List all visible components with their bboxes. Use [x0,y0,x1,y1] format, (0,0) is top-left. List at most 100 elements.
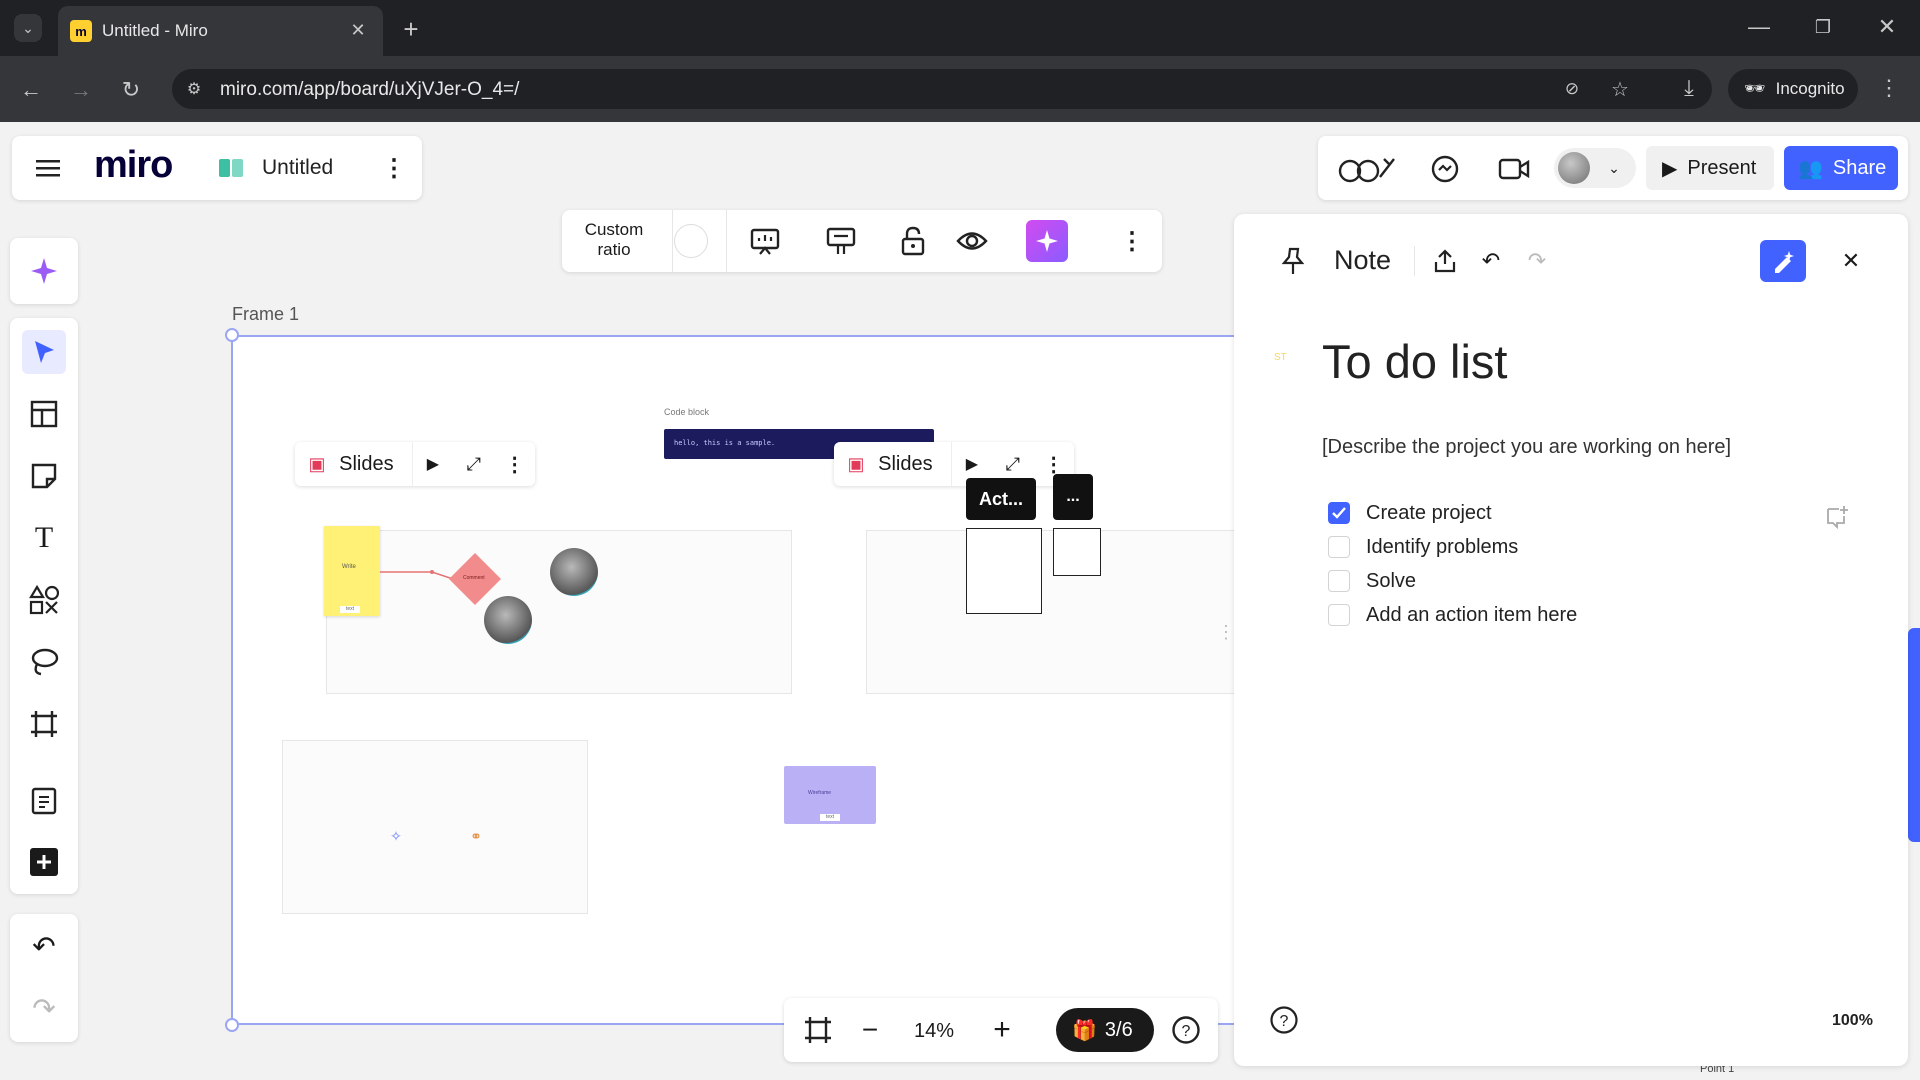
tab-search-chevron-icon[interactable]: ⌄ [14,14,42,42]
board-name[interactable]: Untitled [262,156,333,180]
more-tag[interactable]: ... [1053,474,1093,520]
todo-text[interactable]: Identify problems [1366,536,1518,559]
export-icon[interactable] [1428,244,1462,278]
square-shape[interactable] [1053,528,1101,576]
close-tab-icon[interactable]: ✕ [344,16,372,44]
action-tag[interactable]: Act... [966,478,1036,520]
help-icon[interactable]: ? [1168,1012,1204,1048]
url-field[interactable]: ⚙ miro.com/app/board/uXjVJer-O_4=/ ⊘ ☆ [172,69,1712,109]
browser-tab[interactable]: m Untitled - Miro ✕ [58,6,383,56]
reactions-icon[interactable] [1338,150,1398,186]
incognito-badge[interactable]: 🕶 Incognito [1728,69,1858,109]
purple-card[interactable]: Wireframe text [784,766,876,824]
slides-more-icon[interactable]: ⋮ [1033,452,1074,477]
board-options-icon[interactable]: ⋮ [380,152,408,184]
frame-label[interactable]: Frame 1 [232,304,299,325]
zoom-in-icon[interactable]: + [984,1012,1020,1048]
divider [726,210,727,272]
close-panel-icon[interactable]: ✕ [1836,246,1866,276]
drag-handle-icon[interactable]: ST [1274,352,1287,363]
restore-icon[interactable]: ❐ [1808,12,1838,42]
unlock-icon[interactable] [896,224,930,258]
forward-icon[interactable]: → [64,73,98,107]
video-call-icon[interactable] [1496,152,1532,186]
site-settings-icon[interactable]: ⚙ [180,75,208,103]
clipboard-icon[interactable] [22,778,66,822]
collaborator-avatar[interactable] [484,596,532,644]
panel-undo-icon[interactable]: ↶ [1474,244,1508,278]
slide-frame-3[interactable] [282,740,588,914]
reload-icon[interactable]: ↻ [114,73,148,107]
sticky-note-icon[interactable] [22,454,66,498]
slides-label[interactable]: Slides [878,453,932,476]
aspect-ratio-button[interactable]: Custom ratio [574,220,654,260]
resize-handle-bottom-left[interactable] [225,1018,239,1032]
share-button[interactable]: 👥 Share [1784,146,1898,190]
main-menu-icon[interactable] [32,152,64,184]
present-button[interactable]: ▶ Present [1646,146,1774,190]
comment-icon[interactable] [1428,152,1462,186]
presentation-icon[interactable] [748,224,782,258]
slide-frame-2[interactable] [866,530,1234,694]
add-comment-icon[interactable] [1822,502,1852,532]
minimize-icon[interactable]: — [1744,12,1774,42]
panel-redo-icon[interactable]: ↷ [1520,244,1554,278]
note-description[interactable]: [Describe the project you are working on… [1322,436,1731,459]
bookmark-star-icon[interactable]: ☆ [1606,75,1634,103]
play-slides-icon[interactable]: ▶ [413,454,454,474]
todo-text[interactable]: Add an action item here [1366,604,1577,627]
new-tab-icon[interactable]: + [396,14,426,44]
expand-icon[interactable]: ⤢ [453,454,494,475]
play-slides-icon[interactable]: ▶ [952,454,993,474]
resize-handle-top-left[interactable] [225,328,239,342]
checkbox-checked[interactable] [1328,502,1350,524]
expand-icon[interactable]: ⤢ [992,454,1033,475]
incognito-icon: 🕶 [1744,79,1766,98]
panel-resize-handle[interactable]: ⋮ [1217,623,1235,658]
zoom-level[interactable]: 14% [900,1020,968,1043]
pin-icon[interactable] [1276,244,1310,278]
back-icon[interactable]: ← [14,73,48,107]
frame-tool-icon[interactable] [22,702,66,746]
avatar-menu[interactable]: ⌄ [1554,148,1636,188]
download-icon[interactable]: ⤓ [1672,71,1706,105]
checkbox-unchecked[interactable] [1328,604,1350,626]
text-tool-icon[interactable]: T [22,516,66,560]
fit-frame-icon[interactable] [800,1012,836,1048]
select-cursor-icon[interactable] [22,330,66,374]
templates-icon[interactable] [22,392,66,436]
rectangle-shape[interactable] [966,528,1042,614]
hide-frame-icon[interactable] [824,224,858,258]
ai-edit-icon[interactable] [1760,240,1806,282]
ai-sparkle-icon[interactable] [22,249,66,293]
todo-text[interactable]: Solve [1366,570,1416,593]
note-heading[interactable]: To do list [1322,334,1507,389]
more-options-icon[interactable]: ⋮ [1118,224,1146,258]
eye-off-icon[interactable]: ⊘ [1558,75,1586,103]
browser-tab-bar: ⌄ m Untitled - Miro ✕ + — ❐ ✕ [0,0,1920,56]
checkbox-unchecked[interactable] [1328,536,1350,558]
sticky-note[interactable]: Write text [324,526,380,616]
undo-icon[interactable]: ↶ [22,924,66,968]
zoom-out-icon[interactable]: − [852,1012,888,1048]
browser-menu-icon[interactable]: ⋮ [1872,71,1906,105]
redo-icon[interactable]: ↷ [22,986,66,1030]
frame-color-swatch[interactable] [674,224,708,258]
lasso-icon[interactable] [22,640,66,684]
visibility-eye-icon[interactable] [954,224,990,258]
slides-more-icon[interactable]: ⋮ [494,452,535,477]
todo-text[interactable]: Create project [1366,502,1492,525]
panel-help-icon[interactable]: ? [1268,1004,1300,1036]
miro-logo[interactable]: miro [94,144,173,187]
miro-favicon-icon: m [70,20,92,42]
add-app-icon[interactable] [22,840,66,884]
checkbox-unchecked[interactable] [1328,570,1350,592]
side-panel-edge[interactable] [1908,628,1920,842]
slides-label[interactable]: Slides [339,453,393,476]
collaborator-avatar[interactable] [550,548,598,596]
shapes-icon[interactable] [22,578,66,622]
close-window-icon[interactable]: ✕ [1872,12,1902,42]
purple-card-tag: text [820,814,840,821]
ai-assist-icon[interactable] [1026,220,1068,262]
slides-counter-button[interactable]: 🎁 3/6 [1056,1008,1154,1052]
